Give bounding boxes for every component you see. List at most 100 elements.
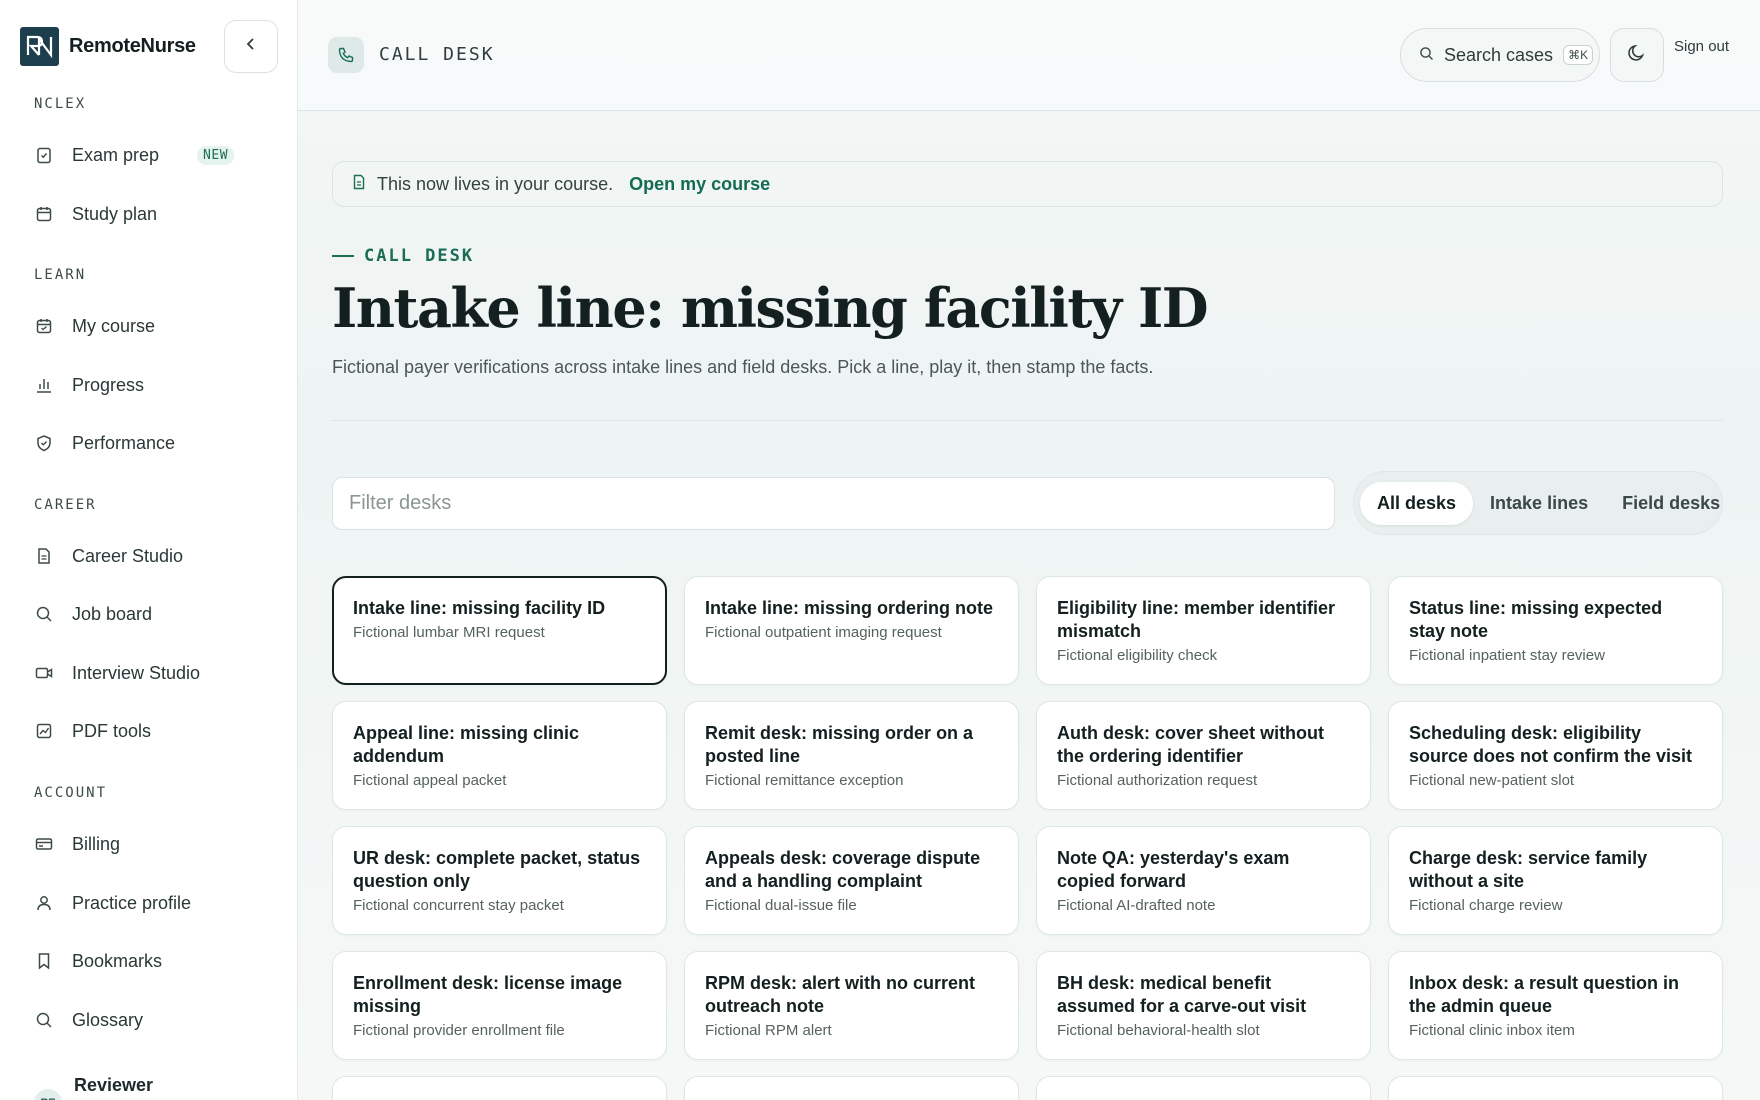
- desk-card-title: Appeals desk: coverage dispute and a han…: [705, 848, 981, 891]
- desk-card-title: Appeal line: missing clinic addendum: [353, 723, 580, 766]
- desk-card[interactable]: Remit desk: missing order on a posted li…: [684, 701, 1019, 810]
- desk-card[interactable]: Appeals desk: coverage dispute and a han…: [684, 826, 1019, 935]
- desk-card-title: RPM desk: alert with no current outreach…: [705, 973, 976, 1016]
- desk-card-subtitle: Fictional eligibility check: [1057, 647, 1218, 664]
- desk-type-tabs: All desks Intake lines Field desks: [1353, 471, 1723, 535]
- moon-icon: [1627, 43, 1647, 68]
- desk-card[interactable]: RPM desk: alert with no current outreach…: [684, 951, 1019, 1060]
- page-subtitle: Fictional payer verifications across int…: [332, 357, 1154, 377]
- desk-card-title: Auth desk: cover sheet without the order…: [1057, 723, 1325, 766]
- sign-out-link[interactable]: Sign out: [1674, 38, 1729, 55]
- desk-card-title: Status line: missing expected stay note: [1409, 598, 1663, 641]
- clipboard-check-icon: [34, 145, 54, 165]
- sidebar-item-label: Glossary: [72, 1009, 144, 1030]
- desk-card-subtitle: Fictional remittance exception: [705, 772, 904, 789]
- tab-field-desks[interactable]: Field desks: [1605, 482, 1737, 525]
- sidebar-item-billing[interactable]: Billing: [34, 829, 120, 859]
- bar-chart-icon: [34, 375, 54, 395]
- sidebar-item-glossary[interactable]: Glossary: [34, 1005, 143, 1035]
- topbar-title: CALL DESK: [379, 44, 495, 65]
- nav-section-account: ACCOUNT: [34, 785, 108, 801]
- sidebar-item-career-studio[interactable]: Career Studio: [34, 541, 183, 571]
- sidebar-item-label: Billing: [72, 833, 121, 854]
- sidebar-item-progress[interactable]: Progress: [34, 370, 144, 400]
- desk-card[interactable]: Intake line: missing facility ID Fictiona…: [332, 576, 667, 685]
- sidebar: RemoteNurse NCLEX Exam prep NEW Study pl…: [0, 0, 298, 1100]
- desk-card-subtitle: Fictional charge review: [1409, 897, 1563, 914]
- brand-logo-icon: [20, 26, 59, 66]
- collapse-sidebar-button[interactable]: [224, 20, 278, 73]
- desk-card-title: Charge desk: service family without a si…: [1409, 848, 1648, 891]
- desk-card[interactable]: [1388, 1076, 1723, 1100]
- desk-card[interactable]: Scheduling desk: eligibility source does…: [1388, 701, 1723, 810]
- sidebar-item-bookmarks[interactable]: Bookmarks: [34, 946, 162, 976]
- theme-toggle-button[interactable]: [1610, 28, 1664, 82]
- nav-section-learn: LEARN: [34, 267, 87, 283]
- new-badge: NEW: [197, 145, 235, 165]
- sidebar-item-pdf-tools[interactable]: PDF tools: [34, 716, 151, 746]
- filter-desks-input[interactable]: [332, 477, 1335, 530]
- nav-section-nclex: NCLEX: [34, 96, 87, 112]
- desk-card[interactable]: Charge desk: service family without a si…: [1388, 826, 1723, 935]
- reviewer-profile[interactable]: RE Reviewer: [34, 1075, 153, 1100]
- page-title: Intake line: missing facility ID: [332, 276, 1209, 340]
- desk-card-subtitle: Fictional dual-issue file: [705, 897, 857, 914]
- sidebar-item-practice-profile[interactable]: Practice profile: [34, 888, 191, 918]
- desk-card[interactable]: Inbox desk: a result question in the adm…: [1388, 951, 1723, 1060]
- sidebar-item-label: Job board: [72, 603, 153, 624]
- desk-card[interactable]: Note QA: yesterday's exam copied forward…: [1036, 826, 1371, 935]
- topbar: CALL DESK Search cases ⌘K Sign out: [298, 0, 1760, 111]
- desk-card[interactable]: Auth desk: cover sheet without the order…: [1036, 701, 1371, 810]
- phone-icon: [328, 37, 364, 73]
- brand[interactable]: RemoteNurse: [20, 26, 196, 66]
- reviewer-name: Reviewer: [74, 1075, 154, 1095]
- sidebar-item-interview-studio[interactable]: Interview Studio: [34, 658, 200, 688]
- bookmark-icon: [34, 951, 54, 971]
- sidebar-item-label: Performance: [72, 432, 176, 453]
- desk-card-subtitle: Fictional authorization request: [1057, 772, 1258, 789]
- eyebrow: CALL DESK: [332, 246, 474, 266]
- desk-card-subtitle: Fictional new-patient slot: [1409, 772, 1575, 789]
- avatar: RE: [34, 1089, 62, 1100]
- sidebar-item-label: My course: [72, 315, 156, 336]
- desk-card-subtitle: Fictional RPM alert: [705, 1022, 832, 1039]
- tab-all-desks[interactable]: All desks: [1360, 481, 1474, 525]
- open-course-link[interactable]: Open my course: [629, 174, 770, 195]
- desk-card-subtitle: Fictional concurrent stay packet: [353, 897, 564, 914]
- desk-card-subtitle: Fictional provider enrollment file: [353, 1022, 565, 1039]
- sidebar-item-exam-prep[interactable]: Exam prep NEW: [34, 140, 235, 170]
- credit-card-icon: [34, 834, 54, 854]
- desk-card[interactable]: [1036, 1076, 1371, 1100]
- desk-card[interactable]: [684, 1076, 1019, 1100]
- document-icon: [351, 174, 367, 195]
- sidebar-item-my-course[interactable]: My course: [34, 311, 155, 341]
- desk-card-title: Scheduling desk: eligibility source does…: [1409, 723, 1693, 766]
- desk-card[interactable]: Enrollment desk: license image missing Fi…: [332, 951, 667, 1060]
- sidebar-item-label: Bookmarks: [72, 950, 163, 971]
- sidebar-item-label: Progress: [72, 374, 145, 395]
- calendar-check-icon: [34, 316, 54, 336]
- desk-card[interactable]: Status line: missing expected stay note F…: [1388, 576, 1723, 685]
- desk-card-subtitle: Fictional lumbar MRI request: [353, 624, 545, 641]
- desk-card[interactable]: UR desk: complete packet, status questio…: [332, 826, 667, 935]
- desk-card[interactable]: Intake line: missing ordering note Fictio…: [684, 576, 1019, 685]
- desk-card[interactable]: Eligibility line: member identifier mism…: [1036, 576, 1371, 685]
- sidebar-item-job-board[interactable]: Job board: [34, 599, 152, 629]
- desk-card[interactable]: Appeal line: missing clinic addendum Fict…: [332, 701, 667, 810]
- keyboard-shortcut: ⌘K: [1563, 45, 1594, 65]
- search-icon: [34, 1010, 54, 1030]
- search-icon: [1419, 45, 1434, 66]
- sidebar-item-study-plan[interactable]: Study plan: [34, 199, 157, 229]
- sidebar-item-label: Career Studio: [72, 545, 184, 566]
- desk-grid: Intake line: missing facility ID Fictiona…: [332, 576, 1723, 1100]
- desk-card-title: Eligibility line: member identifier mism…: [1057, 598, 1336, 641]
- sidebar-item-label: PDF tools: [72, 720, 152, 741]
- search-cases-button[interactable]: Search cases ⌘K: [1400, 28, 1600, 82]
- search-label: Search cases: [1444, 44, 1554, 65]
- desk-card-title: BH desk: medical benefit assumed for a c…: [1057, 973, 1307, 1016]
- tab-intake-lines[interactable]: Intake lines: [1473, 482, 1605, 525]
- user-icon: [34, 893, 54, 913]
- desk-card[interactable]: [332, 1076, 667, 1100]
- sidebar-item-performance[interactable]: Performance: [34, 428, 175, 458]
- desk-card[interactable]: BH desk: medical benefit assumed for a c…: [1036, 951, 1371, 1060]
